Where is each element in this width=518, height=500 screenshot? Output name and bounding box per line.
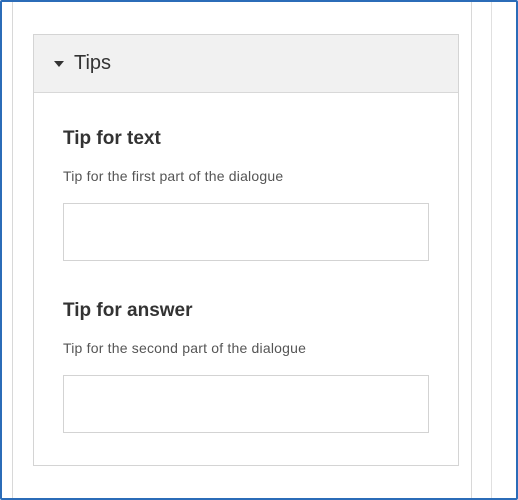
editor-frame: Tips Tip for text Tip for the first part… xyxy=(0,0,518,500)
tips-group-title[interactable]: Tips xyxy=(74,52,111,75)
tip-for-text-field: Tip for text Tip for the first part of t… xyxy=(63,127,429,261)
right-sidebar xyxy=(491,2,516,498)
tip-for-text-description: Tip for the first part of the dialogue xyxy=(63,168,284,184)
tip-for-answer-description: Tip for the second part of the dialogue xyxy=(63,340,307,356)
tip-for-answer-field: Tip for answer Tip for the second part o… xyxy=(63,299,429,433)
tips-group: Tips Tip for text Tip for the first part… xyxy=(33,34,459,466)
tip-for-text-input[interactable] xyxy=(63,203,429,261)
tip-for-text-label: Tip for text xyxy=(63,128,161,149)
main-column: Tips Tip for text Tip for the first part… xyxy=(12,2,472,498)
tip-for-answer-label: Tip for answer xyxy=(63,300,193,321)
tip-for-answer-input[interactable] xyxy=(63,375,429,433)
tips-group-header[interactable]: Tips xyxy=(34,35,458,93)
caret-down-icon[interactable] xyxy=(54,61,64,67)
